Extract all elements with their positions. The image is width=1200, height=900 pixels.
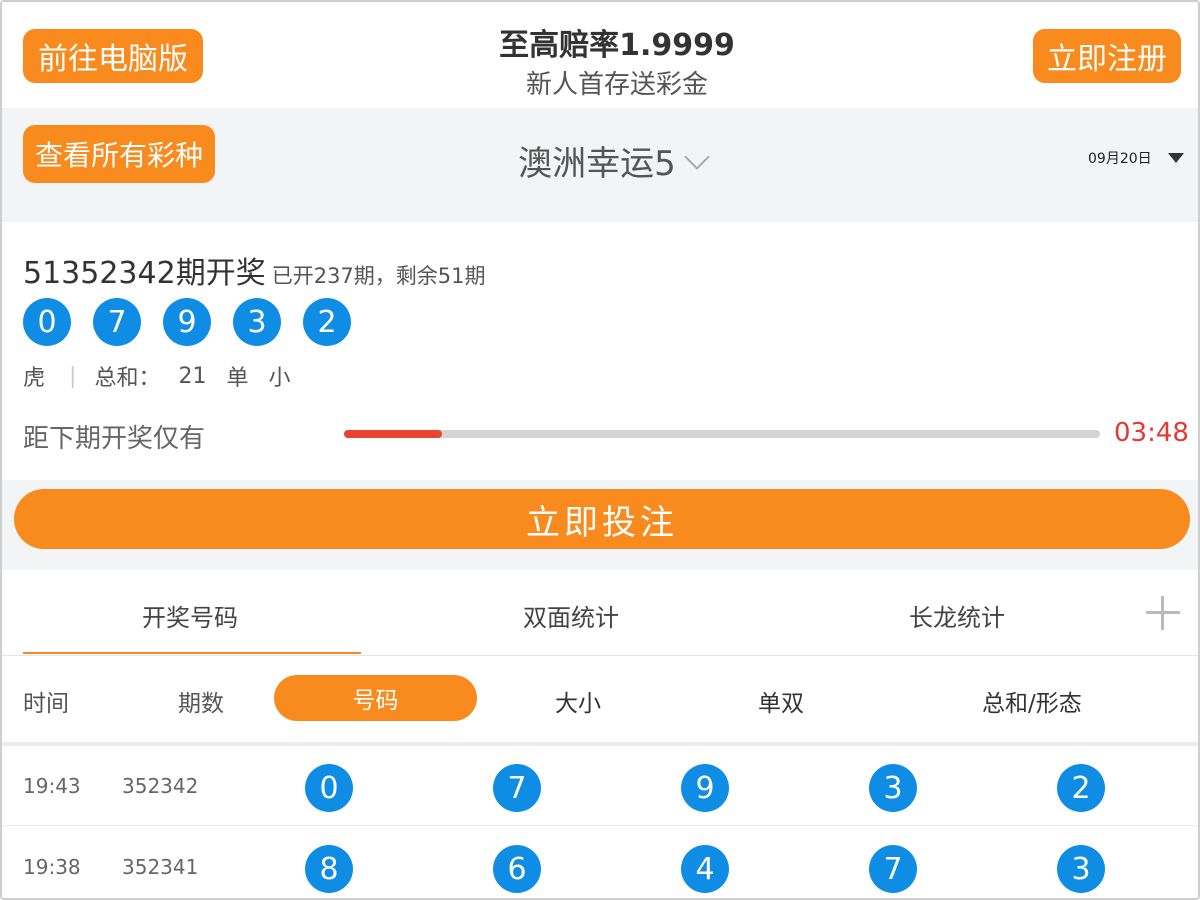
table-row: 19:38 352341 8 6 4 7 3 (2, 827, 1198, 898)
number-ball: 9 (163, 298, 211, 346)
number-ball: 8 (305, 845, 353, 893)
caret-down-icon (1167, 153, 1184, 163)
dragon-tiger-result: 虎 (23, 366, 46, 391)
draw-stats: 虎 | 总和： 21 单 小 (23, 360, 310, 392)
odd-even-result: 单 (226, 366, 249, 391)
number-ball: 3 (869, 764, 917, 812)
row-issue: 352342 (122, 774, 199, 798)
table-row: 19:43 352342 0 7 9 3 2 (2, 746, 1198, 826)
stats-tabs: 开奖号码 双面统计 长龙统计 (2, 570, 1198, 656)
lottery-bar: 查看所有彩种 澳洲幸运5 09月20日 (2, 108, 1198, 204)
tab-draw-numbers[interactable]: 开奖号码 (142, 598, 238, 633)
period-info: 已开237期，剩余51期 (271, 264, 486, 288)
number-ball: 7 (93, 298, 141, 346)
header-title: 至高赔率1.9999 (499, 28, 735, 63)
column-header: 时间 期数 号码 大小 单双 总和/形态 (2, 656, 1198, 742)
header: 前往电脑版 至高赔率1.9999 新人首存送彩金 立即注册 (2, 2, 1198, 108)
number-ball: 2 (303, 298, 351, 346)
countdown-progress (344, 430, 1100, 438)
countdown-label: 距下期开奖仅有 (23, 424, 206, 454)
sum-value: 21 (178, 363, 207, 389)
subtab-big-small[interactable]: 大小 (555, 684, 601, 718)
header-subtitle: 新人首存送彩金 (525, 70, 708, 100)
app-frame: 前往电脑版 至高赔率1.9999 新人首存送彩金 立即注册 查看所有彩种 澳洲幸… (0, 0, 1200, 900)
lottery-name: 澳洲幸运5 (518, 144, 676, 184)
countdown-time: 03:48 (1114, 418, 1189, 448)
row-time: 19:38 (23, 855, 81, 879)
sum-label: 总和： (94, 366, 161, 391)
date-selector[interactable]: 09月20日 (1088, 148, 1184, 168)
number-ball: 9 (681, 764, 729, 812)
subtab-sum-shape[interactable]: 总和/形态 (982, 684, 1082, 718)
bet-area: 立即投注 (2, 480, 1198, 570)
column-time: 时间 (23, 691, 69, 717)
all-lotteries-button[interactable]: 查看所有彩种 (23, 125, 215, 183)
chevron-down-icon (684, 143, 710, 170)
number-ball: 4 (681, 845, 729, 893)
number-ball: 7 (869, 845, 917, 893)
number-ball: 3 (1057, 845, 1105, 893)
number-ball: 6 (493, 845, 541, 893)
divider (2, 204, 1198, 222)
subtab-odd-even[interactable]: 单双 (758, 684, 804, 718)
active-tab-indicator (23, 652, 361, 654)
tab-streak-stats[interactable]: 长龙统计 (909, 598, 1005, 633)
number-ball: 2 (1057, 764, 1105, 812)
row-issue: 352341 (122, 855, 199, 879)
register-button[interactable]: 立即注册 (1033, 29, 1181, 83)
period-title: 51352342期开奖 (23, 256, 266, 291)
number-ball: 7 (493, 764, 541, 812)
place-bet-button[interactable]: 立即投注 (14, 489, 1190, 549)
number-ball: 3 (233, 298, 281, 346)
subtab-numbers[interactable]: 号码 (274, 675, 477, 721)
row-time: 19:43 (23, 774, 81, 798)
number-ball: 0 (305, 764, 353, 812)
column-issue: 期数 (178, 691, 224, 717)
number-ball: 0 (23, 298, 71, 346)
draw-panel: 51352342期开奖 已开237期，剩余51期 0 7 9 3 2 虎 | 总… (2, 222, 1198, 480)
countdown-progress-fill (344, 430, 443, 438)
big-small-result: 小 (268, 366, 291, 391)
separator: | (69, 363, 77, 389)
tab-two-sided-stats[interactable]: 双面统计 (523, 598, 619, 633)
draw-numbers: 0 7 9 3 2 (23, 298, 351, 346)
period-line: 51352342期开奖 已开237期，剩余51期 (23, 248, 486, 292)
plus-icon[interactable] (1146, 596, 1180, 630)
date-label: 09月20日 (1088, 151, 1152, 167)
desktop-version-button[interactable]: 前往电脑版 (23, 29, 203, 83)
lottery-selector[interactable]: 澳洲幸运5 (482, 136, 742, 185)
